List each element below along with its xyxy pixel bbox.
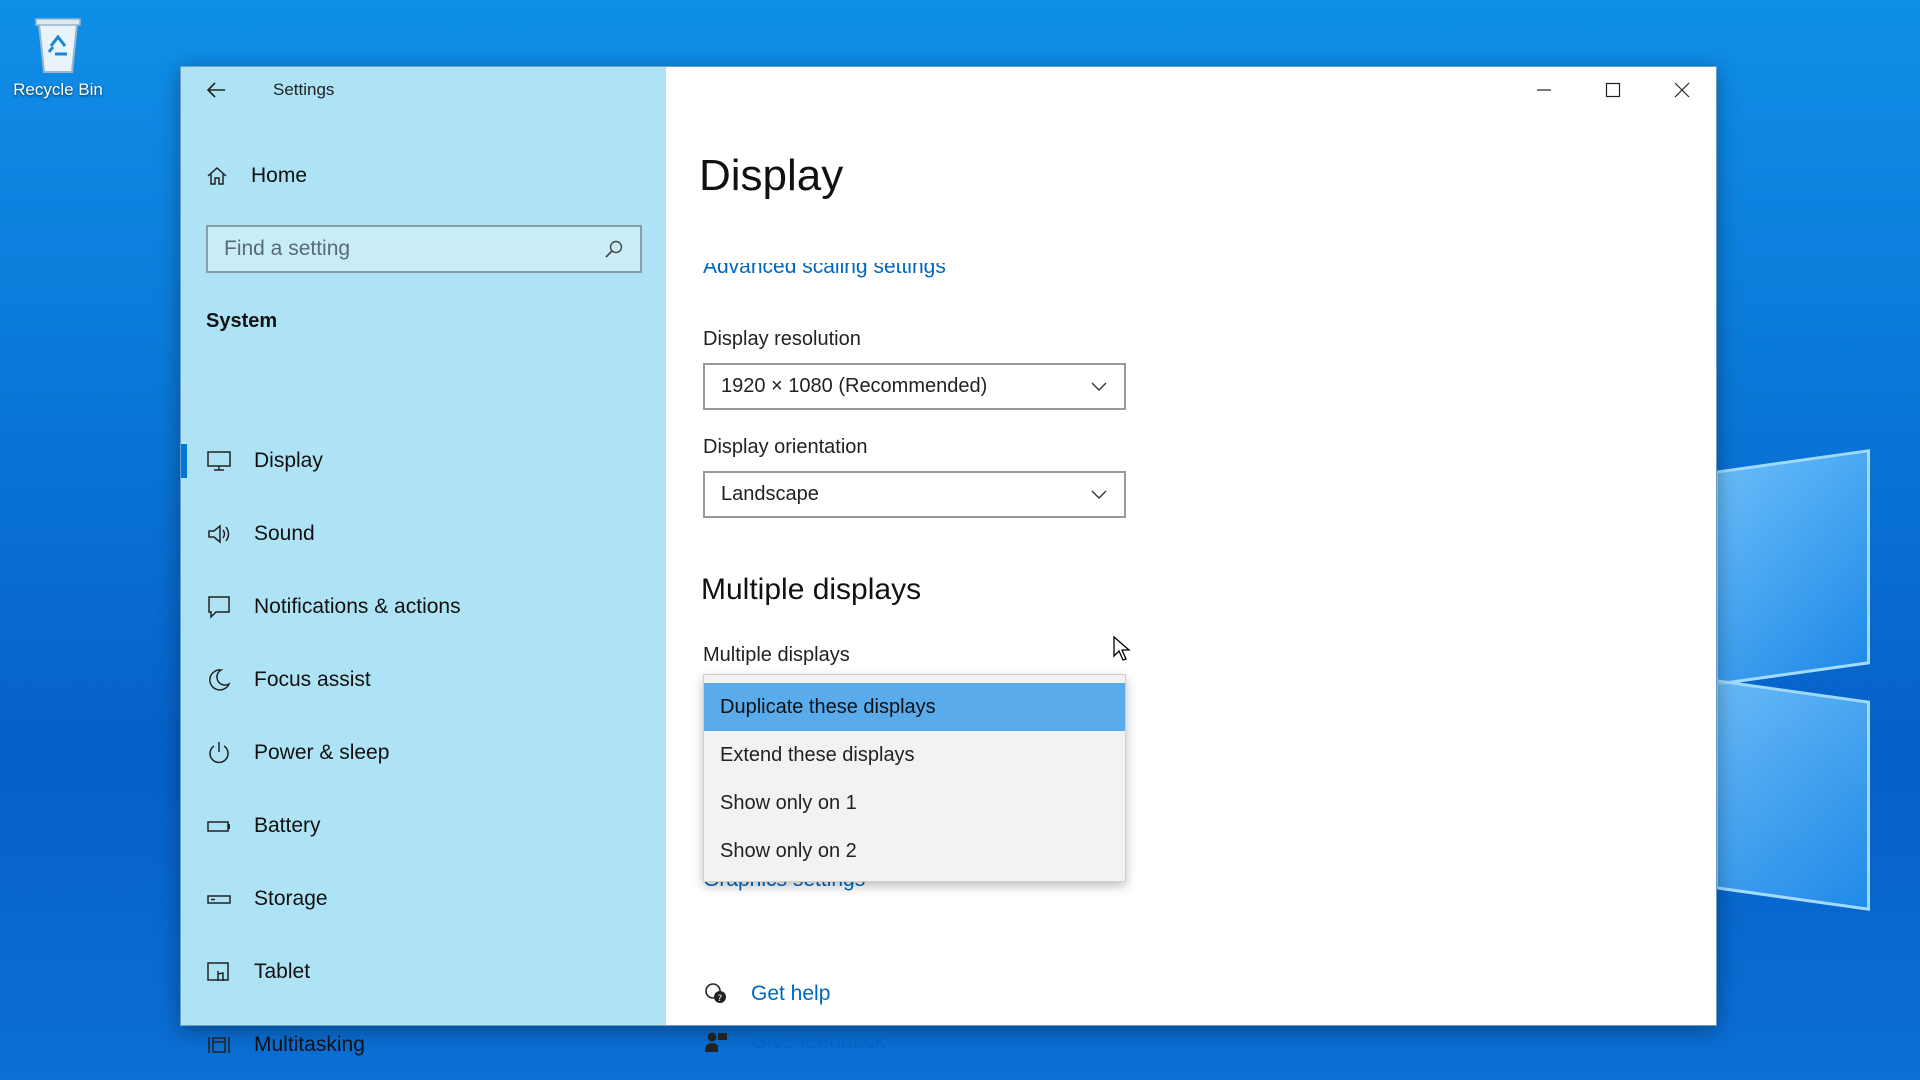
- recycle-bin-icon: [31, 14, 85, 74]
- mouse-cursor-icon: [1113, 636, 1131, 661]
- resolution-dropdown[interactable]: 1920 × 1080 (Recommended): [703, 363, 1126, 410]
- sidebar-item-label: Storage: [254, 886, 328, 910]
- sidebar-nav: Display Sound Notifications & actions Fo…: [181, 424, 666, 1080]
- back-button[interactable]: [181, 67, 251, 113]
- message-icon: [208, 595, 230, 619]
- sidebar-item-storage[interactable]: Storage: [181, 862, 666, 935]
- chevron-down-icon: [1091, 382, 1107, 391]
- home-label: Home: [251, 164, 308, 187]
- sidebar-item-label: Sound: [254, 521, 315, 545]
- get-help-link[interactable]: ? Get help: [703, 981, 830, 1007]
- give-feedback-text: Give feedback: [751, 1030, 886, 1053]
- sidebar-item-label: Notifications & actions: [254, 594, 461, 618]
- minimize-icon: [1536, 89, 1551, 91]
- sidebar-item-notifications[interactable]: Notifications & actions: [181, 570, 666, 643]
- page-title: Display: [699, 151, 844, 200]
- menu-item-show-only-1[interactable]: Show only on 1: [704, 779, 1125, 827]
- maximize-button[interactable]: [1578, 67, 1647, 113]
- home-nav-item[interactable]: Home: [205, 164, 307, 188]
- recycle-bin-desktop-icon[interactable]: Recycle Bin: [8, 10, 108, 100]
- sidebar-item-power-sleep[interactable]: Power & sleep: [181, 716, 666, 789]
- multiple-displays-label: Multiple displays: [703, 644, 850, 666]
- settings-window: Settings Home System Display: [180, 66, 1717, 1056]
- search-input[interactable]: [224, 237, 604, 261]
- chevron-down-icon: [1091, 490, 1107, 499]
- sidebar: Settings Home System Display: [181, 67, 666, 1056]
- sidebar-item-focus-assist[interactable]: Focus assist: [181, 643, 666, 716]
- minimize-button[interactable]: [1509, 67, 1578, 113]
- sidebar-item-sound[interactable]: Sound: [181, 497, 666, 570]
- resolution-label: Display resolution: [703, 328, 861, 350]
- search-icon[interactable]: [604, 239, 624, 259]
- get-help-icon: ?: [705, 983, 726, 1004]
- sidebar-item-battery[interactable]: Battery: [181, 789, 666, 862]
- advanced-scaling-link-text: Advanced scaling settings: [703, 263, 946, 278]
- feedback-icon: [705, 1032, 727, 1052]
- speaker-icon: [208, 523, 230, 544]
- sidebar-item-label: Battery: [254, 813, 321, 837]
- maximize-icon: [1605, 82, 1620, 98]
- svg-text:?: ?: [718, 994, 723, 1004]
- power-icon: [209, 741, 229, 763]
- sidebar-item-label: Focus assist: [254, 667, 371, 691]
- moon-icon: [209, 668, 231, 691]
- sidebar-item-tablet[interactable]: Tablet: [181, 935, 666, 1008]
- sidebar-item-multitasking[interactable]: Multitasking: [181, 1008, 666, 1080]
- orientation-value: Landscape: [721, 483, 819, 505]
- advanced-scaling-link[interactable]: Advanced scaling settings: [703, 263, 946, 283]
- get-help-text: Get help: [751, 982, 831, 1005]
- storage-icon: [207, 894, 231, 904]
- battery-icon: [207, 820, 230, 832]
- menu-item-duplicate[interactable]: Duplicate these displays: [704, 683, 1125, 731]
- multiple-displays-heading: Multiple displays: [701, 573, 922, 606]
- window-controls: [1509, 67, 1716, 113]
- home-icon: [207, 166, 227, 185]
- close-button[interactable]: [1647, 67, 1716, 113]
- close-icon: [1674, 82, 1689, 98]
- sidebar-item-display[interactable]: Display: [181, 424, 666, 497]
- back-arrow-icon: [206, 82, 225, 98]
- titlebar: Settings: [181, 67, 666, 113]
- sidebar-item-label: Tablet: [254, 959, 311, 983]
- wallpaper-windows-logo: [1715, 449, 1920, 930]
- orientation-dropdown[interactable]: Landscape: [703, 471, 1126, 518]
- section-label-system: System: [206, 310, 278, 332]
- tablet-icon: [207, 961, 229, 981]
- monitor-icon: [207, 450, 231, 471]
- sidebar-item-label: Power & sleep: [254, 740, 390, 764]
- sidebar-item-label: Multitasking: [254, 1032, 365, 1056]
- main-content: Display Advanced scaling settings Displa…: [666, 67, 1716, 1053]
- search-box[interactable]: [206, 225, 642, 273]
- multitasking-icon: [208, 1036, 230, 1053]
- orientation-label: Display orientation: [703, 436, 868, 458]
- resolution-value: 1920 × 1080 (Recommended): [721, 375, 988, 397]
- sidebar-item-label: Display: [254, 448, 323, 472]
- app-title: Settings: [273, 80, 335, 99]
- menu-item-show-only-2[interactable]: Show only on 2: [704, 827, 1125, 875]
- recycle-bin-label: Recycle Bin: [13, 80, 103, 99]
- multiple-displays-menu: Duplicate these displays Extend these di…: [703, 674, 1126, 882]
- give-feedback-link[interactable]: Give feedback: [703, 1029, 885, 1055]
- menu-item-extend[interactable]: Extend these displays: [704, 731, 1125, 779]
